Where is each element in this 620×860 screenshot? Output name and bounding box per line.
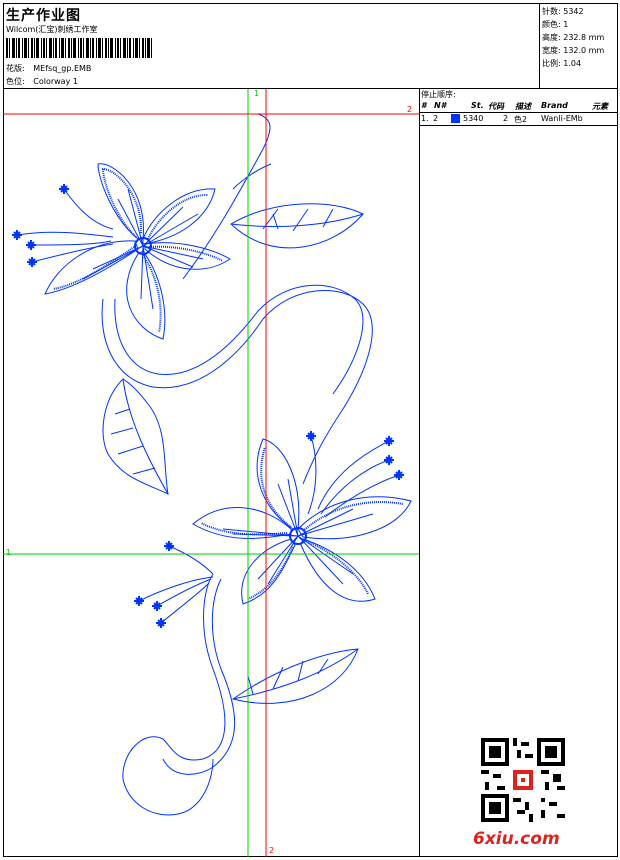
stitch-count: 针数: 5342	[542, 7, 584, 16]
design-file-label: 花版:	[6, 64, 25, 73]
stop-sequence-table: # N# St. 代码 描述 Brand 元素 1. 2 5340 2 色2 W…	[420, 100, 618, 126]
col-header-needle: N#	[434, 101, 447, 110]
color-count: 颜色: 1	[542, 20, 569, 29]
thread-color-swatch	[451, 114, 460, 123]
design-canvas: 1 2 1 2	[3, 89, 420, 857]
guide-label-v1: 1	[254, 89, 260, 98]
stats-panel: 针数: 5342 颜色: 1 高度: 232.8 mm 宽度: 132.0 mm…	[539, 3, 618, 89]
stop-sequence-title: 停止顺序:	[421, 90, 456, 99]
upper-flower-petal	[97, 163, 144, 240]
design-height: 高度: 232.8 mm	[542, 33, 605, 42]
colorway-value: Colorway 1	[33, 77, 78, 86]
design-file-line: 花版: MEfsq_gp.EMB	[6, 63, 91, 74]
col-header-element: 元素	[592, 102, 608, 111]
lower-flower-petal	[300, 538, 376, 602]
row-code: 2	[503, 114, 509, 123]
qr-code	[481, 738, 565, 822]
col-header-description: 描述	[515, 102, 531, 111]
studio-subtitle: Wilcom(汇宝)刺绣工作室	[6, 25, 98, 34]
barcode	[6, 38, 152, 58]
row-description: 色2	[514, 115, 528, 124]
col-header-stitches: St.	[471, 101, 484, 110]
lower-flower-petal	[241, 538, 296, 605]
guide-label-v2: 2	[269, 846, 275, 855]
row-needle: 2	[433, 114, 439, 123]
row-index: 1.	[421, 114, 429, 123]
col-header-brand: Brand	[541, 101, 568, 110]
col-header-code: 代码	[488, 102, 504, 111]
guide-label-h1: 1	[6, 548, 12, 557]
design-width: 宽度: 132.0 mm	[542, 46, 605, 55]
table-row: 1. 2 5340 2 色2 Wanli-EMb	[420, 113, 618, 126]
page-title: 生产作业图	[6, 8, 81, 24]
table-header-row: # N# St. 代码 描述 Brand 元素	[420, 100, 618, 113]
header-panel: 生产作业图 Wilcom(汇宝)刺绣工作室 花版: MEfsq_gp.EMB 色…	[3, 3, 540, 89]
guide-label-h2: 2	[407, 105, 413, 114]
design-file-value: MEfsq_gp.EMB	[33, 64, 92, 73]
colorway-label: 色位:	[6, 77, 25, 86]
col-header-index: #	[421, 101, 427, 110]
site-watermark-logo: 6xiu.com	[473, 829, 560, 849]
row-brand: Wanli-EMb	[541, 114, 583, 123]
embroidery-preview	[3, 89, 419, 857]
upper-flower-petal	[44, 240, 139, 295]
colorway-line: 色位: Colorway 1	[6, 76, 78, 87]
design-scale: 比例: 1.04	[542, 59, 582, 68]
row-stitches: 5340	[463, 114, 484, 123]
